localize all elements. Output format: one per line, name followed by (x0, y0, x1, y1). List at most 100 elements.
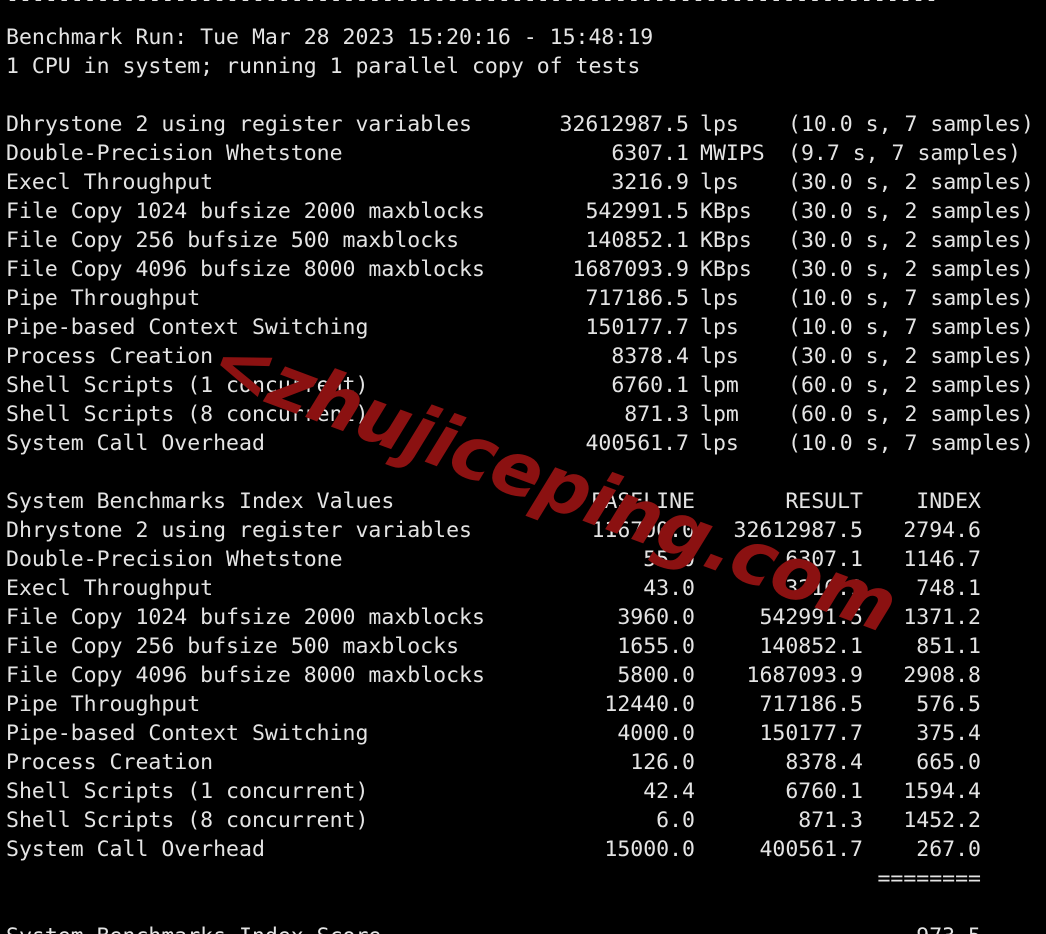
raw-result-timing: (60.0 s, 2 samples) (788, 402, 1034, 427)
raw-result-value: 150177.7 (585, 315, 689, 340)
raw-result-value: 140852.1 (585, 228, 689, 253)
raw-result-name: Shell Scripts (1 concurrent) (6, 373, 369, 398)
index-row-result: 717186.5 (759, 692, 863, 717)
index-row-name: Double-Precision Whetstone (6, 547, 343, 572)
index-row-name: System Call Overhead (6, 837, 265, 862)
raw-result-row: Pipe Throughput 717186.5 lps (10.0 s, 7 sam… (0, 284, 1046, 313)
index-row-name: Execl Throughput (6, 576, 214, 601)
index-row-index: 748.1 (916, 576, 981, 601)
index-table-row: Pipe Throughput 12440.0 717186.5 576.5 (0, 690, 1046, 719)
raw-result-value: 8378.4 (611, 344, 689, 369)
raw-result-name: Execl Throughput (6, 170, 214, 195)
index-row-index: 665.0 (916, 750, 981, 775)
index-row-result: 3216.9 (785, 576, 863, 601)
raw-result-unit: KBps (700, 228, 752, 253)
index-row-baseline: 5800.0 (617, 663, 695, 688)
raw-result-value: 542991.5 (585, 199, 689, 224)
index-row-name: Shell Scripts (8 concurrent) (6, 808, 369, 833)
raw-result-timing: (30.0 s, 2 samples) (788, 199, 1034, 224)
index-table-row: Double-Precision Whetstone 55.0 6307.1 1146… (0, 545, 1046, 574)
separator-rule-top: ----------------------------------------… (6, 0, 1046, 12)
raw-result-name: Double-Precision Whetstone (6, 141, 343, 166)
raw-result-row: Double-Precision Whetstone 6307.1 MWIPS (9.… (0, 139, 1046, 168)
raw-result-unit: lpm (700, 402, 739, 427)
raw-result-unit: lps (700, 170, 739, 195)
summary-label: System Benchmarks Index Score (6, 922, 381, 934)
index-row-baseline: 55.0 (643, 547, 695, 572)
index-row-baseline: 15000.0 (604, 837, 695, 862)
index-row-index: 1452.2 (903, 808, 981, 833)
index-row-name: File Copy 256 bufsize 500 maxblocks (6, 634, 460, 659)
raw-result-name: File Copy 4096 bufsize 8000 maxblocks (6, 257, 485, 282)
raw-result-value: 1687093.9 (572, 257, 690, 282)
index-table-header: System Benchmarks Index Values BASELINE RE… (0, 487, 1046, 516)
index-row-baseline: 3960.0 (617, 605, 695, 630)
index-row-result: 400561.7 (759, 837, 863, 862)
raw-result-timing: (9.7 s, 7 samples) (788, 141, 1021, 166)
raw-result-row: File Copy 4096 bufsize 8000 maxblocks 168… (0, 255, 1046, 284)
raw-result-row: Shell Scripts (8 concurrent) 871.3 lpm (60.… (0, 400, 1046, 429)
index-row-result: 140852.1 (759, 634, 863, 659)
index-row-index: 267.0 (916, 837, 981, 862)
raw-result-timing: (30.0 s, 2 samples) (788, 344, 1034, 369)
terminal-screen: ----------------------------------------… (0, 0, 1046, 934)
raw-result-value: 871.3 (624, 402, 689, 427)
raw-result-name: Process Creation (6, 344, 214, 369)
raw-result-name: Pipe-based Context Switching (6, 315, 369, 340)
index-row-index: 2794.6 (903, 518, 981, 543)
index-table-row: Pipe-based Context Switching 4000.0 150177… (0, 719, 1046, 748)
index-row-result: 1687093.9 (746, 663, 864, 688)
index-row-index: 1594.4 (903, 779, 981, 804)
raw-result-unit: KBps (700, 257, 752, 282)
raw-result-row: Shell Scripts (1 concurrent) 6760.1 lpm (60… (0, 371, 1046, 400)
raw-result-row: System Call Overhead 400561.7 lps (10.0 s, … (0, 429, 1046, 458)
cpu-info-line: 1 CPU in system; running 1 parallel copy… (6, 54, 641, 79)
index-row-result: 8378.4 (785, 750, 863, 775)
raw-result-timing: (10.0 s, 7 samples) (788, 286, 1034, 311)
raw-result-unit: lps (700, 431, 739, 456)
raw-result-row: File Copy 256 bufsize 500 maxblocks 14085… (0, 226, 1046, 255)
raw-result-row: Pipe-based Context Switching 150177.7 lps (… (0, 313, 1046, 342)
column-header-baseline: BASELINE (591, 489, 695, 514)
raw-result-timing: (30.0 s, 2 samples) (788, 228, 1034, 253)
raw-result-name: Shell Scripts (8 concurrent) (6, 402, 369, 427)
raw-result-value: 3216.9 (611, 170, 689, 195)
index-table-row: Execl Throughput 43.0 3216.9 748.1 (0, 574, 1046, 603)
terminal-window: ----------------------------------------… (0, 0, 1046, 934)
raw-result-row: Process Creation 8378.4 lps (30.0 s, 2 samp… (0, 342, 1046, 371)
index-row-name: Pipe-based Context Switching (6, 721, 369, 746)
raw-result-timing: (30.0 s, 2 samples) (788, 257, 1034, 282)
raw-result-row: Dhrystone 2 using register variables 3261… (0, 110, 1046, 139)
index-row-baseline: 43.0 (643, 576, 695, 601)
index-row-baseline: 116700.0 (591, 518, 695, 543)
index-row-index: 375.4 (916, 721, 981, 746)
index-table-row: File Copy 256 bufsize 500 maxblocks 1655.… (0, 632, 1046, 661)
benchmark-run-line: Benchmark Run: Tue Mar 28 2023 15:20:16 … (6, 25, 654, 50)
raw-result-value: 717186.5 (585, 286, 689, 311)
index-row-index: 2908.8 (903, 663, 981, 688)
raw-result-name: Pipe Throughput (6, 286, 201, 311)
raw-result-timing: (30.0 s, 2 samples) (788, 170, 1034, 195)
index-row-name: Process Creation (6, 750, 214, 775)
index-table-row: File Copy 4096 bufsize 8000 maxblocks 580… (0, 661, 1046, 690)
raw-result-timing: (10.0 s, 7 samples) (788, 315, 1034, 340)
index-row-name: Dhrystone 2 using register variables (6, 518, 472, 543)
index-table-row: Shell Scripts (1 concurrent) 42.4 6760.1 15… (0, 777, 1046, 806)
raw-result-unit: lps (700, 286, 739, 311)
index-row-baseline: 1655.0 (617, 634, 695, 659)
raw-result-unit: MWIPS (700, 141, 765, 166)
index-row-name: File Copy 4096 bufsize 8000 maxblocks (6, 663, 485, 688)
raw-result-row: File Copy 1024 bufsize 2000 maxblocks 542… (0, 197, 1046, 226)
raw-result-unit: lps (700, 112, 739, 137)
raw-result-unit: KBps (700, 199, 752, 224)
raw-result-unit: lps (700, 315, 739, 340)
index-row-result: 871.3 (798, 808, 863, 833)
raw-result-name: File Copy 256 bufsize 500 maxblocks (6, 228, 460, 253)
raw-result-timing: (60.0 s, 2 samples) (788, 373, 1034, 398)
raw-result-name: File Copy 1024 bufsize 2000 maxblocks (6, 199, 485, 224)
index-row-result: 150177.7 (759, 721, 863, 746)
index-row-index: 1371.2 (903, 605, 981, 630)
raw-result-value: 6760.1 (611, 373, 689, 398)
column-header-result: RESULT (785, 489, 863, 514)
index-row-name: Pipe Throughput (6, 692, 201, 717)
